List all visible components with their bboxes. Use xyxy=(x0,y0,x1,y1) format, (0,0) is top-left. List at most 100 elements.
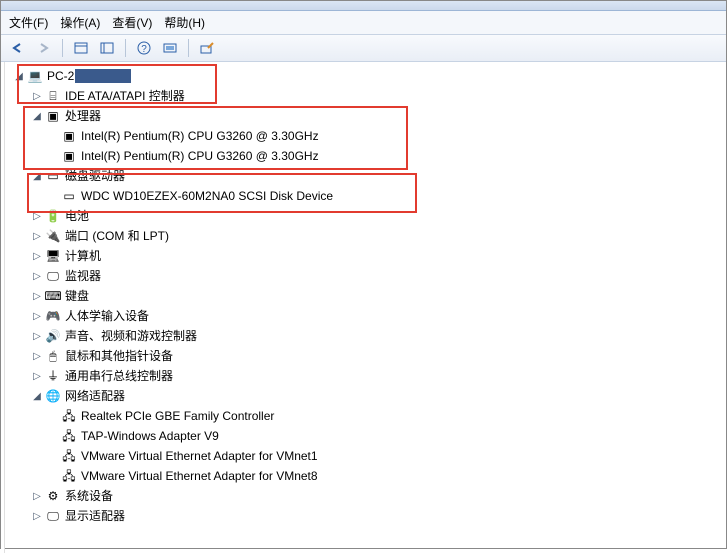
tree-label: 计算机 xyxy=(65,247,101,266)
expand-icon[interactable]: ▷ xyxy=(31,290,43,302)
tree-label: IDE ATA/ATAPI 控制器 xyxy=(65,87,185,106)
svg-text:?: ? xyxy=(141,44,147,55)
toolbar: ? xyxy=(1,35,726,62)
tree-item-disk-0[interactable]: ▭ WDC WD10EZEX-60M2NA0 SCSI Disk Device xyxy=(5,186,726,206)
tree-label: VMware Virtual Ethernet Adapter for VMne… xyxy=(81,467,318,486)
tree-item-mouse[interactable]: ▷ 🖱 鼠标和其他指针设备 xyxy=(5,346,726,366)
tree-label: Intel(R) Pentium(R) CPU G3260 @ 3.30GHz xyxy=(81,127,319,146)
tree-label: TAP-Windows Adapter V9 xyxy=(81,427,219,446)
tree-item-processors[interactable]: ◢ ▣ 处理器 xyxy=(5,106,726,126)
expand-icon[interactable]: ▷ xyxy=(31,270,43,282)
toolbar-separator xyxy=(188,39,189,57)
expand-icon[interactable]: ▷ xyxy=(31,310,43,322)
usb-icon: ⏚ xyxy=(45,368,61,384)
sound-icon: 🔊 xyxy=(45,328,61,344)
collapse-icon[interactable]: ◢ xyxy=(31,390,43,402)
nic-icon: 🖧 xyxy=(61,448,77,464)
nic-icon: 🖧 xyxy=(61,408,77,424)
expand-icon[interactable]: ▷ xyxy=(31,90,43,102)
tree-item-system[interactable]: ▷ ⚙ 系统设备 xyxy=(5,486,726,506)
nic-icon: 🖧 xyxy=(61,468,77,484)
computer-icon: 💻 xyxy=(27,68,43,84)
tree-item-disk-drives[interactable]: ◢ ▭ 磁盘驱动器 xyxy=(5,166,726,186)
expand-icon[interactable]: ▷ xyxy=(31,250,43,262)
tree-label: 鼠标和其他指针设备 xyxy=(65,347,173,366)
expand-icon[interactable]: ▷ xyxy=(31,490,43,502)
tree-item-hid[interactable]: ▷ 🎮 人体学输入设备 xyxy=(5,306,726,326)
keyboard-icon: ⌨ xyxy=(45,288,61,304)
forward-button[interactable] xyxy=(33,38,55,58)
chip-icon: ▣ xyxy=(45,108,61,124)
tree-label: 声音、视频和游戏控制器 xyxy=(65,327,197,346)
tree-item-display[interactable]: ▷ 🖵 显示适配器 xyxy=(5,506,726,526)
collapse-icon[interactable]: ◢ xyxy=(13,70,25,82)
tree-label: 磁盘驱动器 xyxy=(65,167,125,186)
tree-label: 键盘 xyxy=(65,287,89,306)
network-icon: 🌐 xyxy=(45,388,61,404)
tree-item-ide[interactable]: ▷ ⌸ IDE ATA/ATAPI 控制器 xyxy=(5,86,726,106)
expand-icon[interactable]: ▷ xyxy=(31,510,43,522)
system-icon: ⚙ xyxy=(45,488,61,504)
properties-button[interactable] xyxy=(70,38,92,58)
expand-icon[interactable]: ▷ xyxy=(31,230,43,242)
monitor-icon: 🖵 xyxy=(45,268,61,284)
tree-item-network[interactable]: ◢ 🌐 网络适配器 xyxy=(5,386,726,406)
back-button[interactable] xyxy=(7,38,29,58)
menu-help[interactable]: 帮助(H) xyxy=(164,14,205,31)
expand-icon[interactable]: ▷ xyxy=(31,370,43,382)
tree-item-nic-1[interactable]: 🖧 TAP-Windows Adapter V9 xyxy=(5,426,726,446)
computer-icon: 🖥 xyxy=(45,248,61,264)
tree-label: Realtek PCIe GBE Family Controller xyxy=(81,407,274,426)
tree-label: 通用串行总线控制器 xyxy=(65,367,173,386)
cpu-icon: ▣ xyxy=(61,128,77,144)
tree-item-nic-0[interactable]: 🖧 Realtek PCIe GBE Family Controller xyxy=(5,406,726,426)
collapse-icon[interactable]: ◢ xyxy=(31,170,43,182)
toolbar-separator xyxy=(125,39,126,57)
tree-item-nic-2[interactable]: 🖧 VMware Virtual Ethernet Adapter for VM… xyxy=(5,446,726,466)
menu-bar: 文件(F) 操作(A) 查看(V) 帮助(H) xyxy=(1,11,726,35)
tree-root[interactable]: ◢ 💻 PC-2▃▃▃▃▃▃ xyxy=(5,66,726,86)
display-icon: 🖵 xyxy=(45,508,61,524)
nic-icon: 🖧 xyxy=(61,428,77,444)
tree-item-monitors[interactable]: ▷ 🖵 监视器 xyxy=(5,266,726,286)
tree-label: WDC WD10EZEX-60M2NA0 SCSI Disk Device xyxy=(81,187,333,206)
tree-item-sound[interactable]: ▷ 🔊 声音、视频和游戏控制器 xyxy=(5,326,726,346)
mouse-icon: 🖱 xyxy=(45,348,61,364)
view-button[interactable] xyxy=(159,38,181,58)
tree-item-battery[interactable]: ▷ 🔋 电池 xyxy=(5,206,726,226)
root-label: PC-2▃▃▃▃▃▃ xyxy=(47,67,131,86)
tree-item-usb[interactable]: ▷ ⏚ 通用串行总线控制器 xyxy=(5,366,726,386)
collapse-icon[interactable]: ◢ xyxy=(31,110,43,122)
tree-item-nic-3[interactable]: 🖧 VMware Virtual Ethernet Adapter for VM… xyxy=(5,466,726,486)
help-button[interactable]: ? xyxy=(133,38,155,58)
cpu-icon: ▣ xyxy=(61,148,77,164)
scan-button[interactable] xyxy=(196,38,218,58)
menu-file[interactable]: 文件(F) xyxy=(9,14,48,31)
tree-label: 显示适配器 xyxy=(65,507,125,526)
port-icon: 🔌 xyxy=(45,228,61,244)
tree-label: Intel(R) Pentium(R) CPU G3260 @ 3.30GHz xyxy=(81,147,319,166)
title-bar xyxy=(1,1,726,11)
list-button[interactable] xyxy=(96,38,118,58)
tree-item-keyboards[interactable]: ▷ ⌨ 键盘 xyxy=(5,286,726,306)
expand-icon[interactable]: ▷ xyxy=(31,350,43,362)
tree-item-ports[interactable]: ▷ 🔌 端口 (COM 和 LPT) xyxy=(5,226,726,246)
tree-label: VMware Virtual Ethernet Adapter for VMne… xyxy=(81,447,318,466)
battery-icon: 🔋 xyxy=(45,208,61,224)
tree-item-cpu-1[interactable]: ▣ Intel(R) Pentium(R) CPU G3260 @ 3.30GH… xyxy=(5,146,726,166)
tree-label: 监视器 xyxy=(65,267,101,286)
disk-icon: ▭ xyxy=(45,168,61,184)
toolbar-separator xyxy=(62,39,63,57)
tree-label: 网络适配器 xyxy=(65,387,125,406)
tree-item-computer[interactable]: ▷ 🖥 计算机 xyxy=(5,246,726,266)
hdd-icon: ▭ xyxy=(61,188,77,204)
tree-item-cpu-0[interactable]: ▣ Intel(R) Pentium(R) CPU G3260 @ 3.30GH… xyxy=(5,126,726,146)
tree-label: 系统设备 xyxy=(65,487,113,506)
tree-label: 端口 (COM 和 LPT) xyxy=(65,227,169,246)
expand-icon[interactable]: ▷ xyxy=(31,330,43,342)
expand-icon[interactable]: ▷ xyxy=(31,210,43,222)
tree-label: 电池 xyxy=(65,207,89,226)
menu-action[interactable]: 操作(A) xyxy=(60,14,100,31)
device-tree: ◢ 💻 PC-2▃▃▃▃▃▃ ▷ ⌸ IDE ATA/ATAPI 控制器 ◢ ▣… xyxy=(5,62,726,553)
menu-view[interactable]: 查看(V) xyxy=(112,14,152,31)
